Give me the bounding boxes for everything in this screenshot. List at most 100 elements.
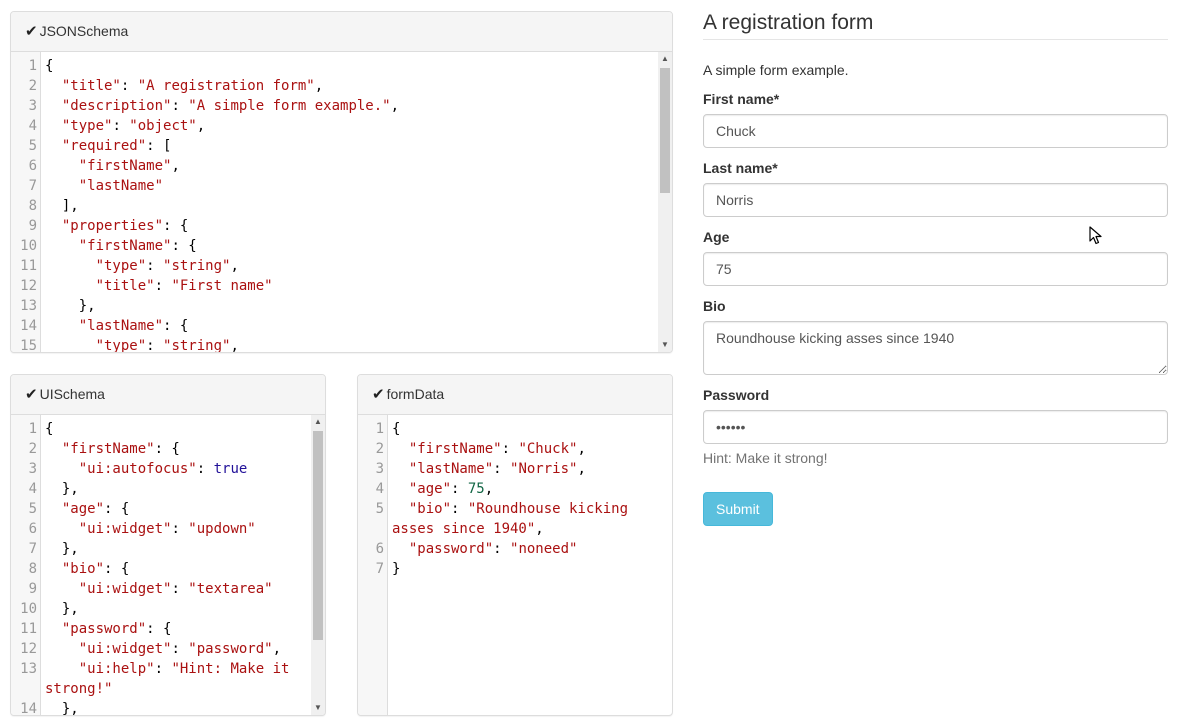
code-line: 14 }, [11,699,311,715]
scrollbar-thumb[interactable] [313,431,323,640]
string-token: "title" [95,278,155,294]
checkmark-icon: ✔ [25,386,38,403]
punctuation-token: : [146,258,164,274]
line-number: 3 [28,461,37,477]
code-text: "type": "string", [41,336,658,352]
formdata-panel-title: formData [386,386,445,402]
punctuation-token: : { [163,218,189,234]
formdata-editor[interactable]: 1{2 "firstName": "Chuck", 3 "lastName": "… [358,415,672,715]
line-number: 6 [28,158,37,174]
punctuation-token [45,118,62,134]
first-name-input[interactable] [703,114,1168,148]
string-token: "age" [408,481,452,497]
string-token: "firstName" [408,441,502,457]
line-number: 7 [28,178,37,194]
punctuation-token: : [171,581,189,597]
code-text: "age": 75, [388,479,668,499]
code-text: "bio": "Roundhouse kicking asses since 1… [388,499,668,539]
line-number: 4 [375,481,384,497]
punctuation-token: : [501,441,519,457]
jsonschema-panel: ✔ JSONSchema 1{2 "title": "A registration… [10,11,673,353]
punctuation-token [45,258,96,274]
punctuation-token: : [451,481,468,497]
code-line: 2 "title": "A registration form", [11,76,658,96]
punctuation-token [392,441,409,457]
line-number: 12 [20,278,37,294]
punctuation-token [45,318,79,334]
form-title: A registration form [703,11,1168,40]
punctuation-token: , [577,441,586,457]
code-line: 7 }, [11,539,311,559]
code-text: "type": "string", [41,256,658,276]
code-text: "firstName": { [41,439,311,459]
code-text: { [41,419,311,439]
code-text: "password": { [41,619,311,639]
editor-scrollbar[interactable]: ▲ ▼ [311,415,325,715]
string-token: "object" [129,118,197,134]
code-line: 13 }, [11,296,658,316]
string-token: "bio" [61,561,105,577]
bio-textarea[interactable]: Roundhouse kicking asses since 1940 [703,321,1168,375]
password-help-text: Hint: Make it strong! [703,450,828,466]
code-line: 5 "age": { [11,499,311,519]
editor-scrollbar[interactable]: ▲ ▼ [658,52,672,352]
code-line: 4 "age": 75, [358,479,668,499]
punctuation-token: , [314,78,324,94]
punctuation-token: : [493,461,511,477]
punctuation-token: , [171,158,180,174]
punctuation-token: : { [171,238,197,254]
submit-button[interactable]: Submit [703,492,773,526]
line-number: 2 [28,78,37,94]
code-text: "age": { [41,499,311,519]
string-token: "required" [61,138,147,154]
punctuation-token [45,338,96,352]
code-line: 3 "description": "A simple form example.… [11,96,658,116]
punctuation-token: }, [45,701,79,715]
code-text: "type": "object", [41,116,658,136]
scroll-down-arrow-icon[interactable]: ▼ [658,338,672,352]
scroll-up-arrow-icon[interactable]: ▲ [311,415,325,429]
last-name-input[interactable] [703,183,1168,217]
code-text: "ui:help": "Hint: Make it strong!" [41,659,311,699]
scroll-down-arrow-icon[interactable]: ▼ [311,701,325,715]
age-input[interactable] [703,252,1168,286]
string-token: "ui:widget" [78,581,172,597]
keyword-token: true [213,461,248,477]
punctuation-token: , [390,98,400,114]
punctuation-token [45,78,62,94]
string-token: "password" [408,541,494,557]
punctuation-token: : [451,501,468,517]
uischema-editor[interactable]: 1{2 "firstName": {3 "ui:autofocus": true… [11,415,325,715]
code-line: 1{ [11,56,658,76]
password-label: Password [703,387,770,403]
jsonschema-editor[interactable]: 1{2 "title": "A registration form", 3 "de… [11,52,672,352]
code-text: }, [41,599,311,619]
punctuation-token: { [45,58,54,74]
code-line: 10 }, [11,599,311,619]
code-line: 11 "type": "string", [11,256,658,276]
punctuation-token: : [120,78,138,94]
punctuation-token [45,218,62,234]
line-number: 1 [28,58,37,74]
line-number: 6 [28,521,37,537]
string-token: "Chuck" [518,441,578,457]
punctuation-token: , [230,258,239,274]
line-number: 15 [20,338,37,352]
scrollbar-thumb[interactable] [660,68,670,193]
line-number: 11 [20,621,37,637]
punctuation-token: }, [45,601,79,617]
punctuation-token: : { [163,318,189,334]
scroll-up-arrow-icon[interactable]: ▲ [658,52,672,66]
string-token: "A simple form example." [188,98,391,114]
code-line: 5 "bio": "Roundhouse kicking asses since… [358,499,668,539]
punctuation-token [45,138,62,154]
line-number: 8 [28,198,37,214]
code-text: }, [41,699,311,715]
string-token: "type" [61,118,113,134]
line-number: 14 [20,701,37,715]
code-line: 9 "properties": { [11,216,658,236]
punctuation-token: { [45,421,54,437]
string-token: "updown" [188,521,256,537]
password-input[interactable] [703,410,1168,444]
last-name-label: Last name* [703,160,778,176]
